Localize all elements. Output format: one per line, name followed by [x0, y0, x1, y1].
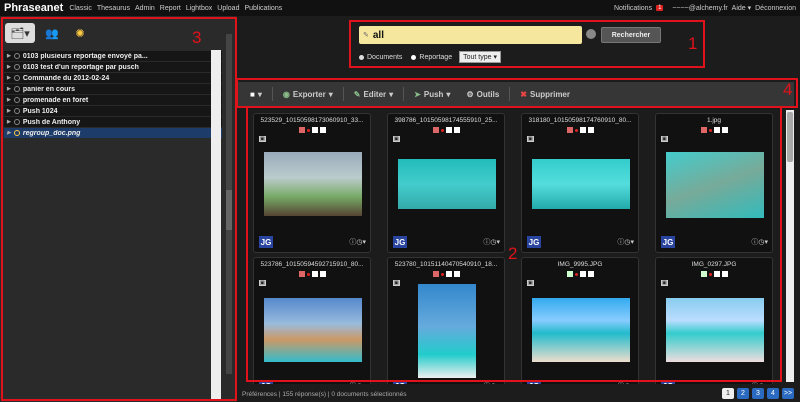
top-bar: Phraseanet Classic Thesaurus Admin Repor… [0, 0, 800, 16]
nav-lightbox[interactable]: Lightbox [186, 5, 212, 12]
page-current[interactable]: 1 [722, 388, 734, 399]
nav-publications[interactable]: Publications [244, 5, 282, 12]
status-text: Préférences | 155 réponse(s) | 0 documen… [242, 390, 407, 398]
status-bar: Préférences | 155 réponse(s) | 0 documen… [236, 386, 800, 402]
annotation-box-3 [1, 17, 237, 401]
nav-thesaurus[interactable]: Thesaurus [97, 5, 130, 12]
nav-classic[interactable]: Classic [69, 5, 92, 12]
top-right-menu: Notifications 1 ~~~~@alchemy.fr Aide ▾ D… [610, 4, 796, 13]
user-account[interactable]: ~~~~@alchemy.fr [672, 5, 727, 12]
page-link[interactable]: 2 [737, 388, 749, 399]
help-menu[interactable]: Aide ▾ [732, 4, 751, 12]
page-link[interactable]: 4 [767, 388, 779, 399]
annotation-number-2: 2 [508, 244, 518, 263]
annotation-number-3: 3 [192, 28, 202, 47]
annotation-number-4: 4 [783, 80, 793, 99]
app-logo[interactable]: Phraseanet [4, 2, 63, 14]
notifications-badge[interactable]: 1 [656, 5, 664, 11]
annotation-number-1: 1 [688, 34, 698, 53]
logout-link[interactable]: Déconnexion [755, 5, 796, 12]
notifications-link[interactable]: Notifications [614, 5, 652, 12]
annotation-box-4 [236, 78, 798, 108]
nav-admin[interactable]: Admin [135, 5, 155, 12]
page-link[interactable]: 3 [752, 388, 764, 399]
nav-report[interactable]: Report [160, 5, 181, 12]
results-scrollbar-thumb[interactable] [787, 112, 793, 162]
annotation-box-1 [349, 20, 705, 68]
pagination: 1 2 3 4 >> [722, 388, 794, 399]
nav-upload[interactable]: Upload [217, 5, 239, 12]
page-next[interactable]: >> [782, 388, 794, 399]
